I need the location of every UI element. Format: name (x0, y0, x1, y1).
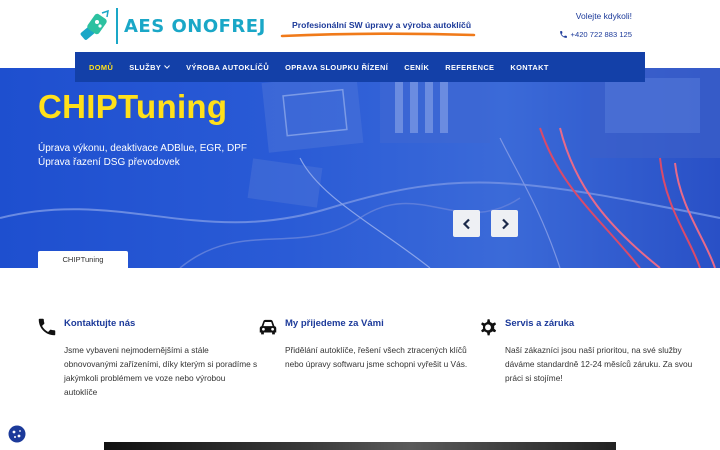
logo[interactable]: AES ONOFREJ (78, 6, 266, 46)
car-key-icon (80, 9, 109, 40)
nav-item-pricing[interactable]: CENÍK (396, 63, 437, 72)
feature-text: Jsme vybaveni nejmodernějšími a stále ob… (64, 345, 258, 397)
site-header: AES ONOFREJ Profesionální SW úpravy a vý… (0, 0, 720, 52)
feature-text: Přidělání autoklíče, řešení všech ztrace… (285, 345, 468, 369)
main-navigation: DOMŮ SLUŽBY VÝROBA AUTOKLÍČŮ OPRAVA SLOU… (75, 52, 645, 82)
chevron-down-icon (164, 65, 171, 69)
feature-text: Naší zákazníci jsou naší prioritou, na s… (505, 345, 693, 383)
phone-link[interactable]: +420 722 883 125 (559, 30, 632, 39)
nav-item-references[interactable]: REFERENCE (437, 63, 502, 72)
nav-item-contact[interactable]: KONTAKT (502, 63, 556, 72)
hero-title: CHIPTuning (38, 88, 228, 125)
hero-description-line-2: Úprava řazení DSG převodovek (38, 157, 180, 168)
hero-slider: CHIPTuning Úprava výkonu, deaktivace ADB… (0, 68, 720, 268)
logo-divider (116, 8, 118, 44)
slider-tab-chiptuning[interactable]: CHIPTuning (38, 251, 128, 268)
nav-item-steering-column[interactable]: OPRAVA SLOUPKU ŘÍZENÍ (277, 63, 396, 72)
header-contact: Volejte kdykoli! +420 722 883 125 (559, 11, 632, 39)
header-tagline: Profesionální SW úpravy a výroba autoklí… (292, 20, 472, 30)
nav-item-services[interactable]: SLUŽBY (121, 63, 178, 72)
cookie-settings-icon[interactable] (8, 425, 26, 443)
phone-icon (38, 318, 56, 336)
logo-text: AES ONOFREJ (124, 15, 266, 37)
feature-title: Servis a záruka (505, 318, 575, 329)
nav-item-home[interactable]: DOMŮ (81, 63, 121, 72)
phone-icon (559, 31, 567, 38)
nav-item-label: SLUŽBY (129, 62, 162, 72)
feature-title: My přijedeme za Vámi (285, 318, 384, 329)
bottom-banner-image (104, 442, 616, 450)
nav-item-car-keys[interactable]: VÝROBA AUTOKLÍČŮ (178, 63, 277, 72)
hero-description-line-1: Úprava výkonu, deaktivace ADBlue, EGR, D… (38, 143, 247, 154)
call-anytime-text: Volejte kdykoli! (575, 11, 632, 21)
tagline-underline (280, 32, 476, 38)
gear-icon (481, 319, 497, 336)
slider-prev-button[interactable] (453, 210, 480, 237)
feature-title: Kontaktujte nás (64, 318, 136, 329)
slider-next-button[interactable] (491, 210, 518, 237)
car-icon (259, 319, 277, 335)
phone-number: +420 722 883 125 (570, 30, 632, 39)
chevron-right-icon (501, 218, 509, 229)
chevron-left-icon (462, 218, 470, 229)
